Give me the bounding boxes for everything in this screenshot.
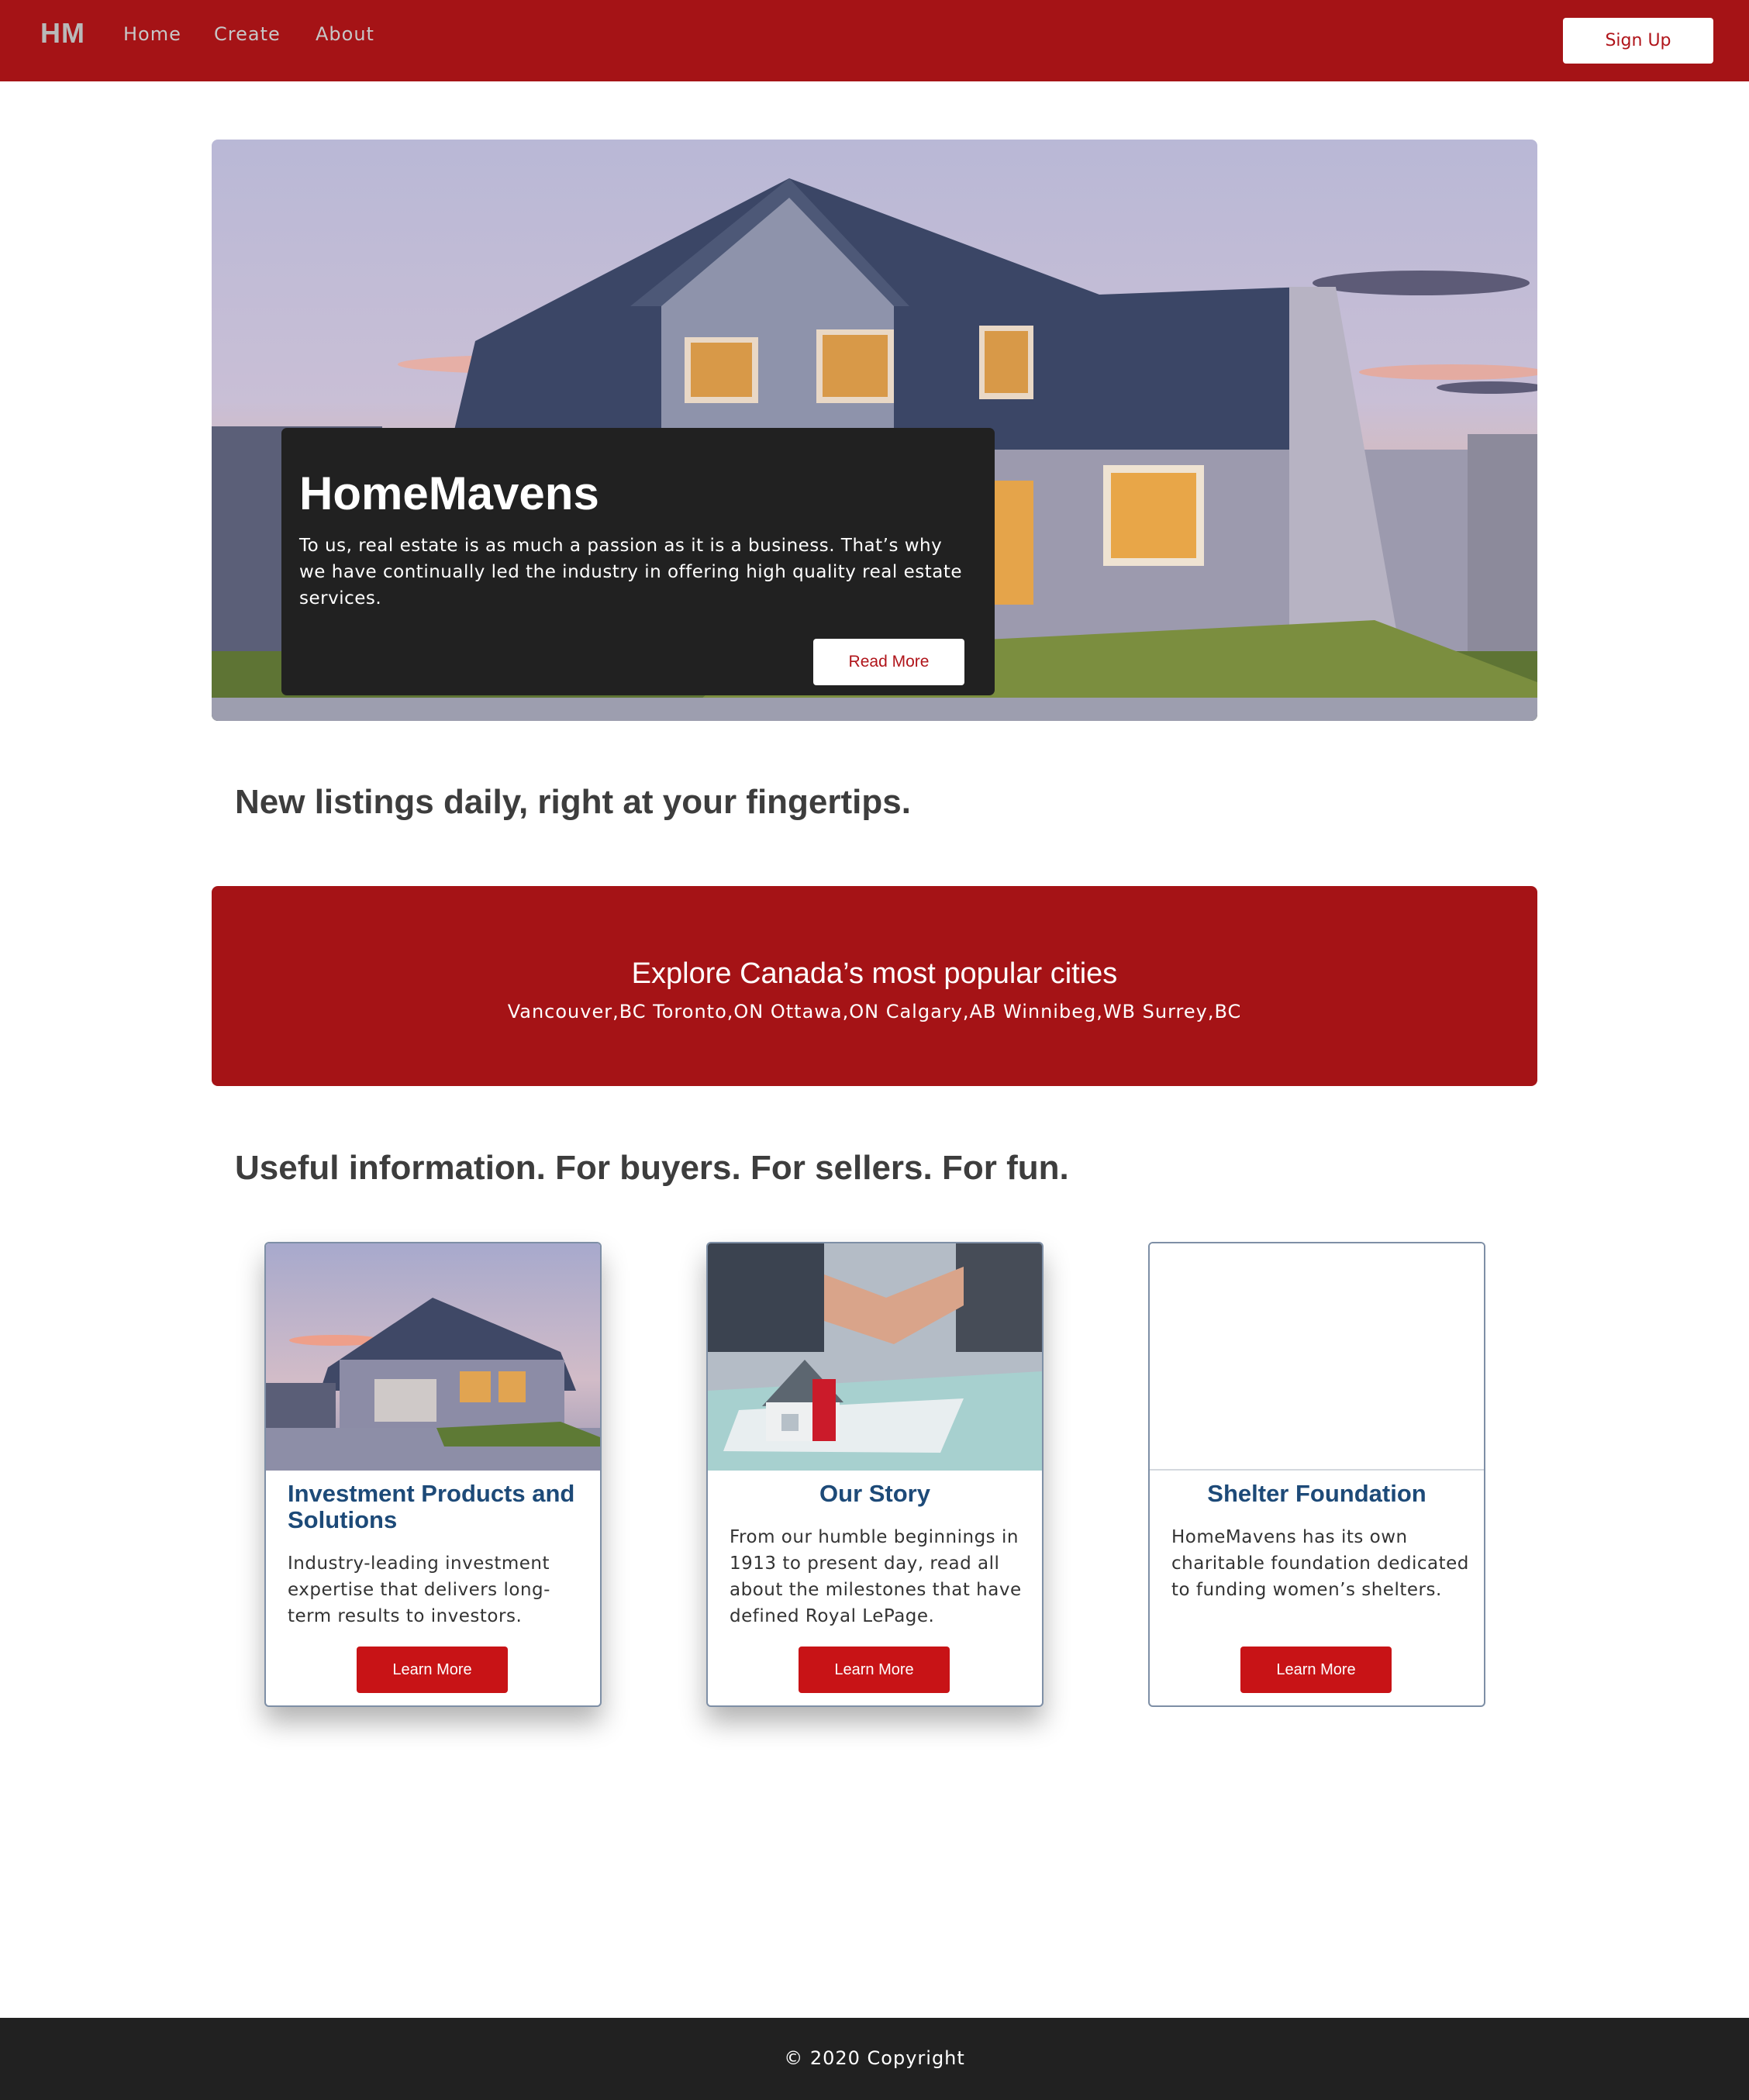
card-shelter-foundation: Shelter Foundation HomeMavens has its ow… [1148, 1242, 1485, 1707]
card-description: From our humble beginnings in 1913 to pr… [730, 1527, 1022, 1626]
cities-banner-title: Explore Canada’s most popular cities [631, 957, 1118, 990]
nav-link-home[interactable]: Home [123, 23, 181, 45]
listings-heading: New listings daily, right at your finger… [235, 783, 911, 821]
footer: © 2020 Copyright [0, 2018, 1749, 2100]
hero-description: To us, real estate is as much a passion … [299, 536, 962, 609]
copyright-text: © 2020 Copyright [784, 2047, 965, 2069]
hero-title: HomeMavens [299, 467, 599, 519]
card-house-image [266, 1243, 600, 1471]
hero-info-card: HomeMavens To us, real estate is as much… [281, 428, 995, 695]
handshake-image [708, 1243, 1042, 1471]
card-description: Industry-leading investment expertise th… [288, 1553, 550, 1626]
learn-more-button[interactable]: Learn More [799, 1647, 950, 1693]
brand-logo[interactable]: HM [40, 17, 85, 50]
card-title: Our Story [819, 1480, 930, 1507]
card-our-story: Our Story From our humble beginnings in … [706, 1242, 1044, 1707]
top-navbar: HM Home Create About Sign Up [0, 0, 1749, 81]
learn-more-button[interactable]: Learn More [1240, 1647, 1392, 1693]
hero-banner: HomeMavens To us, real estate is as much… [212, 140, 1537, 721]
card-image-placeholder [1150, 1243, 1484, 1471]
read-more-button[interactable]: Read More [813, 639, 964, 685]
sign-up-button[interactable]: Sign Up [1563, 18, 1713, 64]
learn-more-button[interactable]: Learn More [357, 1647, 508, 1693]
nav-link-create[interactable]: Create [214, 23, 281, 45]
cities-list: Vancouver,BC Toronto,ON Ottawa,ON Calgar… [507, 1001, 1242, 1022]
nav-link-about[interactable]: About [316, 23, 374, 45]
info-heading: Useful information. For buyers. For sell… [235, 1149, 1069, 1187]
cities-banner: Explore Canada’s most popular cities Van… [212, 886, 1537, 1086]
card-description: HomeMavens has its own charitable founda… [1171, 1527, 1469, 1600]
card-title: Shelter Foundation [1207, 1480, 1426, 1507]
card-title: Investment Products and Solutions [288, 1480, 575, 1533]
card-investment: Investment Products and Solutions Indust… [264, 1242, 602, 1707]
